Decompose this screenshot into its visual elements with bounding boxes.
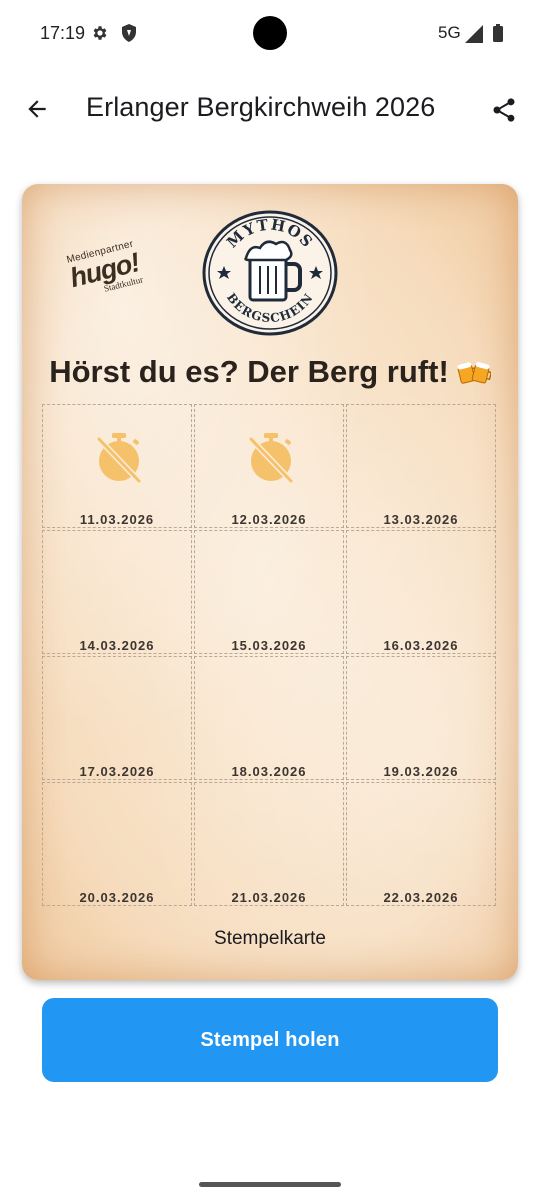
- stamp-date: 14.03.2026: [79, 638, 155, 653]
- stamp-date: 11.03.2026: [79, 512, 155, 527]
- stamp-cell: 18.03.2026: [194, 656, 344, 780]
- stamp-date: 21.03.2026: [231, 890, 307, 905]
- signal-icon: [465, 25, 483, 43]
- status-time: 17:19: [40, 23, 86, 43]
- timer-off-icon: [245, 431, 297, 484]
- stamp-cell: 16.03.2026: [346, 530, 496, 654]
- stamp-cell: 14.03.2026: [42, 530, 192, 654]
- gesture-nav-handle[interactable]: [199, 1182, 341, 1187]
- stamp-cell: 21.03.2026: [194, 782, 344, 906]
- status-bar: 17:19 5G: [0, 0, 540, 68]
- stamp-cell: 15.03.2026: [194, 530, 344, 654]
- card-headline: Hörst du es? Der Berg ruft!: [22, 354, 518, 390]
- stamp-date: 16.03.2026: [383, 638, 459, 653]
- stamp-cell: 13.03.2026: [346, 404, 496, 528]
- stamp-grid: 11.03.2026 12.03.2026 13.03.2026 14.03.2026…: [42, 404, 498, 908]
- stamp-date: 13.03.2026: [383, 512, 459, 527]
- card-caption: Stempelkarte: [214, 928, 326, 949]
- stamp-cell: 19.03.2026: [346, 656, 496, 780]
- arrow-left-icon: [24, 96, 50, 127]
- timer-off-icon: [93, 431, 145, 484]
- stamp-cell: 11.03.2026: [42, 404, 192, 528]
- get-stamp-button[interactable]: Stempel holen: [42, 998, 498, 1082]
- stamp-date: 17.03.2026: [79, 764, 155, 779]
- stamp-date: 18.03.2026: [231, 764, 307, 779]
- shield-icon: [121, 24, 137, 42]
- headline-text: Hörst du es? Der Berg ruft!: [49, 354, 449, 389]
- share-icon: [490, 96, 518, 129]
- stamp-cell: 20.03.2026: [42, 782, 192, 906]
- stamp-cell: 22.03.2026: [346, 782, 496, 906]
- stamp-cell: 12.03.2026: [194, 404, 344, 528]
- page-title: Erlanger Bergkirchweih 2026: [86, 92, 436, 122]
- network-type: 5G: [438, 23, 461, 42]
- battery-icon: [493, 24, 503, 42]
- gear-icon: [91, 24, 109, 42]
- stamp-cell: 17.03.2026: [42, 656, 192, 780]
- camera-cutout: [253, 16, 287, 50]
- stamp-date: 12.03.2026: [231, 512, 307, 527]
- sponsor-logo: Medienpartner hugo! Stadtkultur: [60, 237, 152, 315]
- stamp-date: 15.03.2026: [231, 638, 307, 653]
- back-button[interactable]: [18, 92, 56, 130]
- app-bar: Erlanger Bergkirchweih 2026: [0, 72, 540, 148]
- share-button[interactable]: [484, 92, 524, 132]
- stamp-date: 19.03.2026: [383, 764, 459, 779]
- clinking-beer-mugs-icon: [457, 356, 492, 384]
- stamp-card: Medienpartner hugo! Stadtkultur MYTHOS B…: [22, 184, 518, 980]
- mythos-bergschein-badge: MYTHOS BERGSCHEIN: [202, 210, 338, 336]
- stamp-date: 20.03.2026: [79, 890, 155, 905]
- stamp-date: 22.03.2026: [383, 890, 459, 905]
